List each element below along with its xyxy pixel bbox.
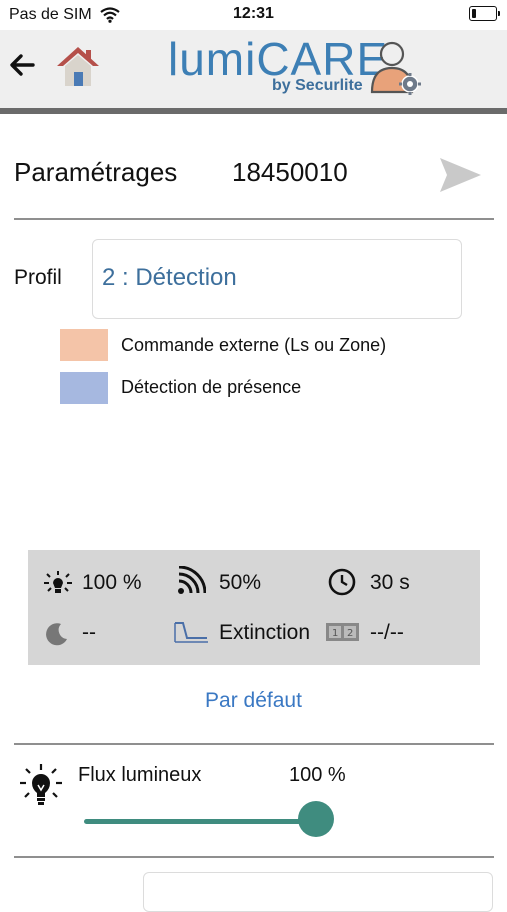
legend-swatch-presence <box>60 372 108 404</box>
svg-text:2: 2 <box>347 628 353 639</box>
svg-text:1: 1 <box>332 628 338 639</box>
zones-value: --/-- <box>370 621 404 644</box>
legend-label-external: Commande externe (Ls ou Zone) <box>121 335 387 355</box>
extinction-icon <box>173 620 209 651</box>
clock-icon <box>328 568 356 601</box>
legend-label-presence: Détection de présence <box>121 377 302 397</box>
page-title: Paramétrages <box>14 157 178 187</box>
divider <box>14 218 494 220</box>
device-serial: 18450010 <box>232 157 348 187</box>
moon-icon <box>45 622 69 651</box>
status-bar: Pas de SIM 12:31 <box>0 0 507 30</box>
night-value: -- <box>82 621 96 644</box>
profile-label: Profil <box>14 266 62 289</box>
lightbulb-icon <box>18 763 64 814</box>
clock: 12:31 <box>233 5 274 22</box>
battery-icon <box>469 6 500 21</box>
divider <box>14 743 494 745</box>
user-settings-icon[interactable] <box>368 40 424 101</box>
summary-panel <box>28 550 480 665</box>
next-field[interactable] <box>143 872 493 912</box>
default-link[interactable]: Par défaut <box>0 689 507 713</box>
brightness-value: 100 % <box>82 571 142 594</box>
profile-value: 2 : Détection <box>102 264 237 291</box>
flux-label: Flux lumineux <box>78 764 202 786</box>
legend-swatch-external <box>60 329 108 361</box>
mode-value: Extinction <box>219 621 311 644</box>
flux-slider-track[interactable] <box>84 819 316 824</box>
flux-slider-knob[interactable] <box>298 801 334 837</box>
zones-icon: 1 2 <box>326 622 359 647</box>
home-icon[interactable] <box>55 44 101 95</box>
sensitivity-value: 50% <box>219 571 262 594</box>
sensitivity-icon <box>176 565 207 601</box>
divider <box>14 856 494 858</box>
brand-subtitle: by Securlite <box>272 77 363 94</box>
delay-value: 30 s <box>370 571 410 594</box>
brightness-icon <box>44 570 72 601</box>
header-divider <box>0 108 507 114</box>
send-icon[interactable] <box>437 155 483 200</box>
back-arrow-icon[interactable] <box>8 52 36 83</box>
flux-value: 100 % <box>289 764 346 786</box>
